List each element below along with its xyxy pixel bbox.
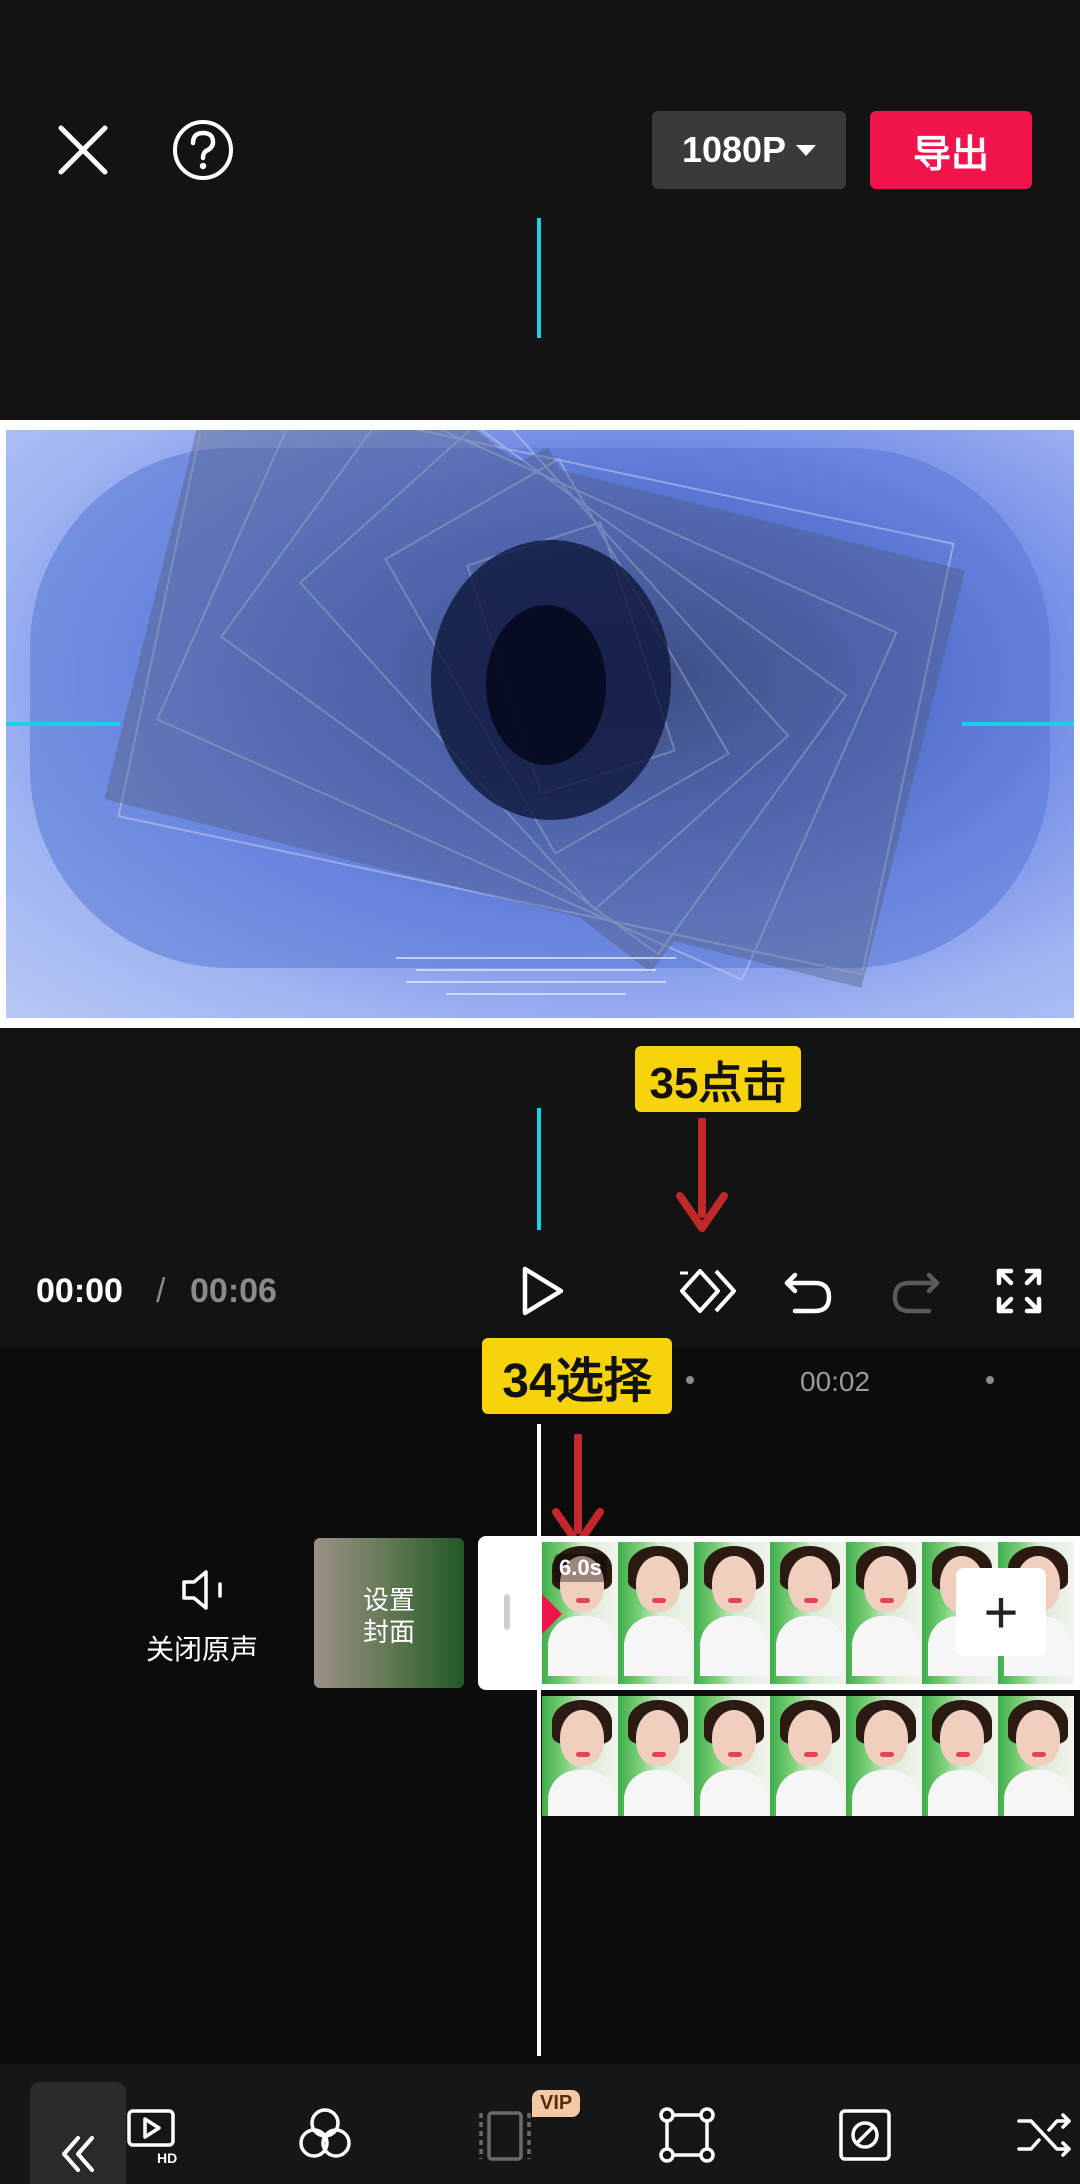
- current-time: 00:00: [36, 1272, 123, 1310]
- step-34-callout: 34选择: [482, 1338, 672, 1414]
- double-chevron-left-icon: [62, 2136, 94, 2172]
- effects-icon[interactable]: [290, 2100, 360, 2170]
- set-cover-button[interactable]: 设置 封面: [314, 1538, 464, 1688]
- shuffle-icon[interactable]: [1010, 2100, 1080, 2170]
- step-35-callout: 35点击: [635, 1046, 801, 1112]
- annotation-arrow-35: [672, 1116, 732, 1234]
- ruler-time-mark: 00:02: [800, 1366, 871, 1397]
- keyframe-marker: [542, 1594, 562, 1634]
- play-icon[interactable]: [506, 1256, 576, 1326]
- crop-icon[interactable]: [652, 2100, 722, 2170]
- keyframe-icon[interactable]: [672, 1256, 742, 1326]
- cover-label-line1: 设置: [362, 1585, 415, 1615]
- vip-clip-icon[interactable]: [470, 2100, 540, 2170]
- close-icon[interactable]: [48, 115, 118, 185]
- collapse-toolbar-button[interactable]: [30, 2082, 126, 2184]
- clip-duration: 6.0s: [554, 1554, 607, 1582]
- center-guide-bottom: [537, 1108, 541, 1230]
- undo-icon[interactable]: [774, 1256, 844, 1326]
- resolution-label: 1080P: [681, 129, 787, 170]
- top-bar: [0, 0, 1080, 420]
- playhead[interactable]: [537, 1424, 541, 2056]
- resolution-dropdown[interactable]: 1080P: [652, 111, 846, 189]
- clip-trim-handle[interactable]: [504, 1594, 510, 1630]
- left-guide: [6, 722, 120, 726]
- svg-text:HD: HD: [157, 2150, 177, 2165]
- export-button[interactable]: 导出: [870, 111, 1032, 189]
- time-separator: /: [156, 1272, 166, 1310]
- mute-original-audio-button[interactable]: 关闭原声: [140, 1538, 270, 1668]
- clip-filmstrip-overlay[interactable]: [542, 1696, 1080, 1816]
- fullscreen-icon[interactable]: [984, 1256, 1054, 1326]
- vip-badge: VIP: [532, 2090, 581, 2117]
- add-clip-button[interactable]: +: [956, 1568, 1046, 1656]
- vortex-preview-image: [30, 430, 1050, 995]
- right-guide: [962, 722, 1074, 726]
- ruler-dot: [986, 1376, 994, 1384]
- ruler-dot: [686, 1376, 694, 1384]
- redo-icon[interactable]: [880, 1256, 950, 1326]
- center-guide-top: [537, 218, 541, 338]
- help-icon[interactable]: [168, 115, 238, 185]
- cover-label-line2: 封面: [362, 1617, 415, 1647]
- annotation-arrow-34: [548, 1432, 608, 1550]
- mute-label: 关闭原声: [146, 1634, 259, 1665]
- mask-icon[interactable]: [830, 2100, 900, 2170]
- total-time: 00:06: [190, 1272, 277, 1310]
- caret-down-icon: [796, 144, 817, 156]
- hd-icon[interactable]: HD: [118, 2100, 188, 2170]
- video-preview[interactable]: [6, 430, 1074, 1018]
- speaker-icon: [180, 1568, 230, 1617]
